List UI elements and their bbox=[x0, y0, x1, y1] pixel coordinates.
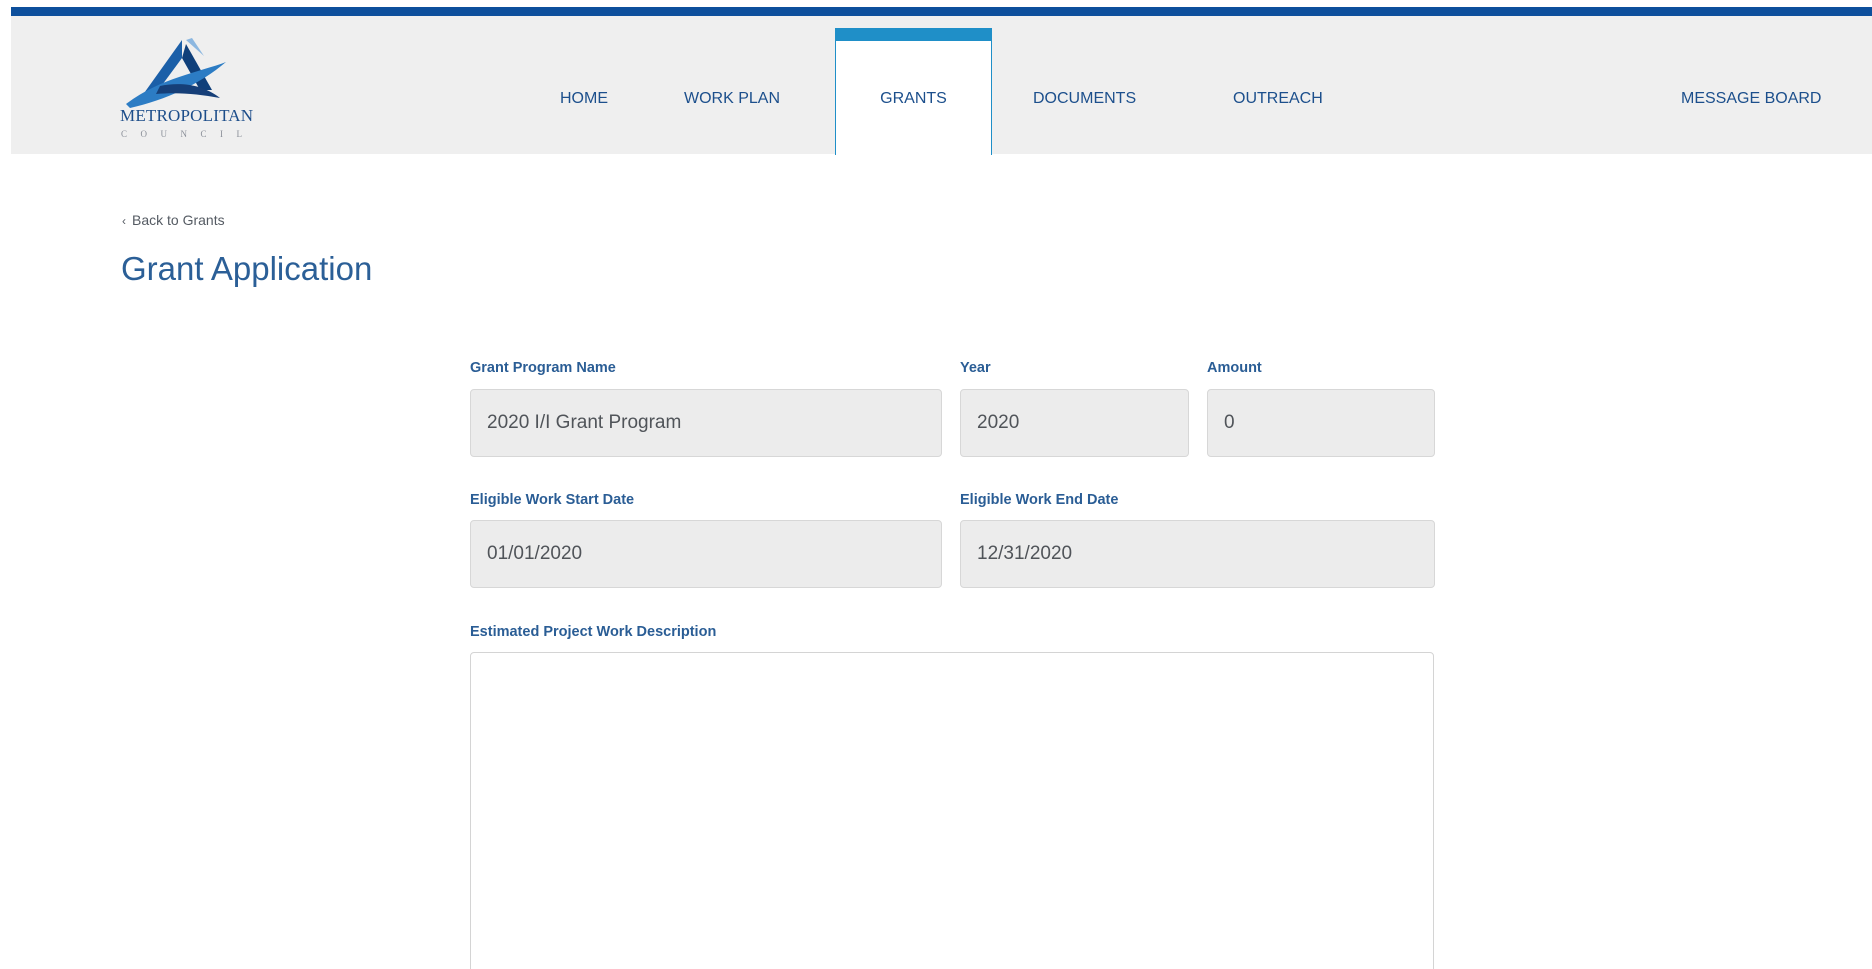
description-label: Estimated Project Work Description bbox=[470, 624, 717, 640]
grant-program-name-field[interactable]: 2020 I/I Grant Program bbox=[470, 389, 942, 457]
top-accent-bar bbox=[11, 7, 1872, 16]
amount-label: Amount bbox=[1207, 360, 1262, 376]
nav-item-message-board[interactable]: MESSAGE BOARD bbox=[1681, 90, 1821, 108]
logo-wordmark: METROPOLITAN bbox=[120, 106, 254, 125]
year-field[interactable]: 2020 bbox=[960, 389, 1189, 457]
grant-program-name-value: 2020 I/I Grant Program bbox=[487, 412, 682, 433]
end-date-value: 12/31/2020 bbox=[977, 543, 1073, 564]
back-link-label: Back to Grants bbox=[132, 212, 225, 228]
nav-item-home[interactable]: HOME bbox=[560, 90, 608, 108]
year-value: 2020 bbox=[977, 412, 1020, 433]
amount-value: 0 bbox=[1224, 412, 1235, 433]
chevron-left-icon: ‹ bbox=[122, 214, 126, 228]
nav-item-grants-label: GRANTS bbox=[880, 90, 947, 107]
end-date-label: Eligible Work End Date bbox=[960, 492, 1119, 508]
nav-item-outreach[interactable]: OUTREACH bbox=[1233, 90, 1323, 108]
page: METROPOLITAN COUNCIL HOME WORK PLAN GRAN… bbox=[0, 0, 1872, 969]
logo-mark-icon bbox=[126, 38, 226, 108]
nav-item-grants[interactable]: GRANTS bbox=[835, 28, 992, 155]
start-date-value: 01/01/2020 bbox=[487, 543, 583, 564]
nav-item-documents[interactable]: DOCUMENTS bbox=[1033, 90, 1136, 108]
page-title: Grant Application bbox=[121, 250, 373, 287]
active-tab-indicator bbox=[835, 28, 992, 41]
start-date-label: Eligible Work Start Date bbox=[470, 492, 635, 508]
amount-field[interactable]: 0 bbox=[1207, 389, 1435, 457]
grant-program-name-label: Grant Program Name bbox=[470, 360, 616, 376]
start-date-field[interactable]: 01/01/2020 bbox=[470, 520, 942, 588]
nav-item-work-plan[interactable]: WORK PLAN bbox=[684, 90, 780, 108]
back-to-grants-link[interactable]: ‹ Back to Grants bbox=[122, 212, 225, 228]
description-textarea[interactable] bbox=[470, 652, 1434, 969]
metropolitan-council-logo[interactable]: METROPOLITAN COUNCIL bbox=[120, 38, 290, 150]
year-label: Year bbox=[960, 360, 991, 376]
logo-subtitle: COUNCIL bbox=[121, 129, 256, 139]
end-date-field[interactable]: 12/31/2020 bbox=[960, 520, 1435, 588]
